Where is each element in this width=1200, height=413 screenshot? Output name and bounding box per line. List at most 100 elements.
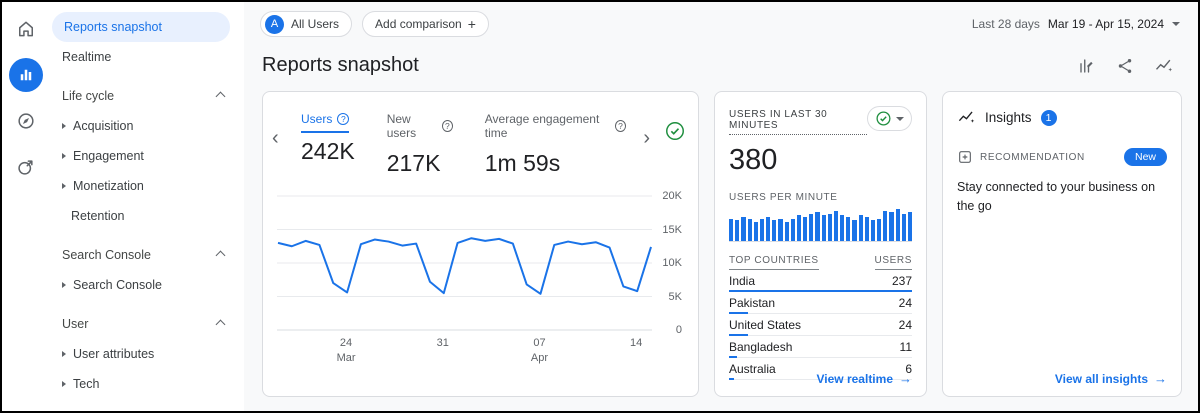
users-line-chart: 20K15K10K5K0 (277, 195, 686, 331)
minute-bar (834, 211, 838, 241)
expand-arrow-icon (62, 153, 66, 159)
page-header: Reports snapshot (244, 46, 1198, 91)
metric-tab-avg-engagement-time[interactable]: Average engagement time 1m 59s (485, 110, 626, 177)
realtime-quality-dropdown[interactable] (867, 106, 912, 131)
x-tick-label: 31 (437, 336, 449, 351)
minute-bar (828, 214, 832, 241)
data-quality-icon[interactable] (664, 120, 686, 142)
metrics-prev-button[interactable] (272, 128, 279, 148)
app-window: Reports snapshot Realtime Life cycle Acq… (0, 0, 1200, 413)
sidebar-item-search-console[interactable]: Search Console (50, 270, 230, 300)
minute-bar (871, 220, 875, 241)
main-content: A All Users Add comparison Last 28 days … (244, 2, 1198, 411)
minute-bar (852, 220, 856, 241)
realtime-card: USERS IN LAST 30 MINUTES 380 USERS PER M… (714, 91, 927, 397)
collapse-chevron-icon (216, 91, 226, 101)
metrics-next-button[interactable] (643, 128, 650, 148)
insights-spark-icon (957, 108, 976, 127)
minute-bar (877, 219, 881, 241)
customize-report-button[interactable] (1078, 57, 1096, 75)
minute-bar (797, 215, 801, 241)
expand-arrow-icon (62, 351, 66, 357)
help-icon (337, 113, 349, 125)
insights-button[interactable] (1154, 56, 1174, 76)
collapse-chevron-icon (216, 319, 226, 329)
sidebar-item-label: Retention (71, 209, 125, 223)
country-name: Pakistan (729, 296, 775, 310)
view-all-insights-label: View all insights (1055, 372, 1148, 386)
users-line-chart-ylabels: 20K15K10K5K0 (652, 195, 686, 331)
advertising-nav-button[interactable] (9, 150, 43, 184)
sidebar-section-search-console[interactable]: Search Console (50, 231, 244, 270)
sidebar-item-user-attributes[interactable]: User attributes (50, 339, 230, 369)
view-all-insights-link[interactable]: View all insights (1055, 371, 1167, 386)
metric-tab-new-users[interactable]: New users 217K (387, 110, 453, 177)
minute-bar (785, 222, 789, 241)
realtime-users-value: 380 (729, 144, 912, 177)
minute-bar (766, 217, 770, 241)
share-button[interactable] (1116, 57, 1134, 75)
sidebar-item-retention[interactable]: Retention (50, 201, 230, 231)
explore-nav-button[interactable] (9, 104, 43, 138)
metric-label: Users (301, 112, 332, 126)
sidebar-item-label: Engagement (73, 149, 144, 163)
new-badge: New (1124, 148, 1167, 166)
metric-tab-users[interactable]: Users 242K (301, 110, 355, 177)
y-tick-label: 20K (662, 190, 682, 202)
minute-bar (822, 215, 826, 241)
collapse-chevron-icon (216, 250, 226, 260)
users-per-minute-label: USERS PER MINUTE (729, 192, 912, 203)
country-row: United States 24 (729, 314, 912, 336)
sidebar-item-label: Realtime (62, 50, 111, 64)
country-name: United States (729, 318, 801, 332)
insights-card: Insights 1 RECOMMENDATION New Stay conne… (942, 91, 1182, 397)
sidebar-item-label: Tech (73, 377, 99, 391)
share-icon (1116, 57, 1134, 75)
date-range-picker[interactable]: Last 28 days Mar 19 - Apr 15, 2024 (972, 17, 1180, 31)
y-tick-label: 5K (669, 291, 682, 303)
add-comparison-button[interactable]: Add comparison (362, 11, 489, 37)
compass-icon (16, 111, 36, 131)
date-range-value: Mar 19 - Apr 15, 2024 (1048, 17, 1164, 31)
minute-bar (859, 215, 863, 241)
y-tick-label: 10K (662, 257, 682, 269)
sidebar-item-tech[interactable]: Tech (50, 369, 230, 399)
sidebar-item-monetization[interactable]: Monetization (50, 171, 230, 201)
country-users: 24 (899, 318, 912, 332)
minute-bar (883, 211, 887, 241)
customize-report-icon (1078, 57, 1096, 75)
sidebar-section-user[interactable]: User (50, 300, 244, 339)
reports-nav-button[interactable] (9, 58, 43, 92)
page-title: Reports snapshot (262, 54, 419, 77)
audience-chip[interactable]: A All Users (260, 11, 352, 37)
users-line-chart-plot (277, 195, 652, 331)
sidebar-item-engagement[interactable]: Engagement (50, 141, 230, 171)
sidebar-item-acquisition[interactable]: Acquisition (50, 111, 230, 141)
minute-bar (815, 212, 819, 241)
metric-label: New users (387, 112, 437, 140)
sidebar-item-realtime[interactable]: Realtime (50, 42, 230, 72)
minute-bar (840, 215, 844, 241)
x-tick-label: 24Mar (337, 336, 356, 366)
sidebar-item-label: User attributes (73, 347, 154, 361)
metric-label: Average engagement time (485, 112, 610, 140)
country-name: Australia (729, 362, 776, 376)
minute-bar (809, 214, 813, 241)
y-tick-label: 15K (662, 224, 682, 236)
expand-arrow-icon (62, 381, 66, 387)
country-row: Pakistan24 (729, 292, 912, 314)
minute-bar (741, 217, 745, 241)
metric-value: 242K (301, 138, 355, 165)
advertising-icon (16, 157, 36, 177)
metric-value: 1m 59s (485, 150, 626, 177)
top-countries-column-label: TOP COUNTRIES (729, 255, 819, 270)
country-name: Bangladesh (729, 340, 792, 354)
home-nav-button[interactable] (9, 12, 43, 46)
sidebar-section-life-cycle[interactable]: Life cycle (50, 72, 244, 111)
sidebar-item-reports-snapshot[interactable]: Reports snapshot (52, 12, 230, 42)
minute-bar (754, 222, 758, 241)
caret-down-icon (896, 117, 904, 121)
caret-down-icon (1172, 22, 1180, 26)
view-realtime-link[interactable]: View realtime (817, 371, 913, 386)
insight-body-text[interactable]: Stay connected to your business on the g… (957, 178, 1167, 216)
